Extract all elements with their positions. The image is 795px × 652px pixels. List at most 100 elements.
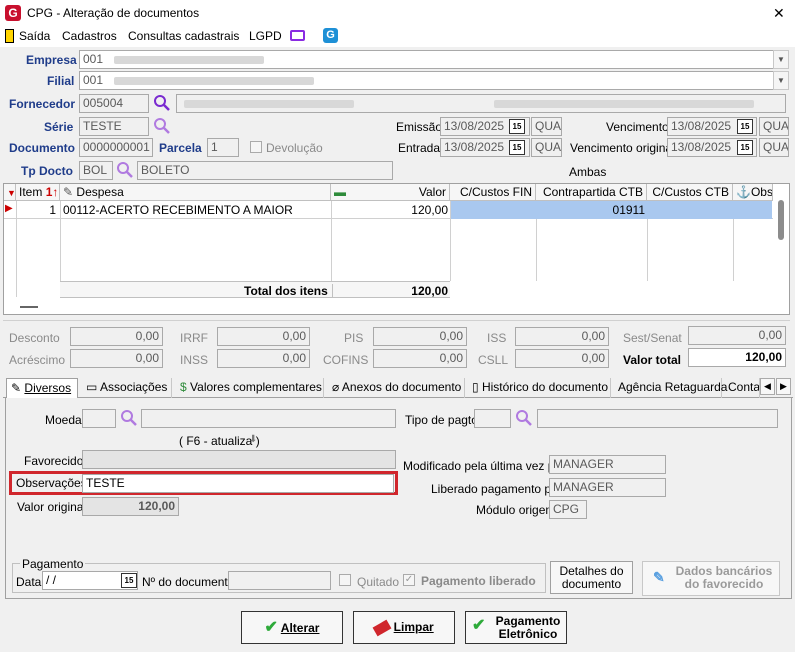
cofins-field[interactable]: 0,00 xyxy=(373,349,467,368)
clip-icon: ⌀ xyxy=(332,380,340,394)
menu-lgpd[interactable]: LGPD xyxy=(249,29,282,43)
grid-hscroll[interactable] xyxy=(20,306,38,308)
tab-valores-complementares[interactable]: $ Valores complementares xyxy=(176,378,324,398)
tipo-pagto-search-icon[interactable] xyxy=(515,409,533,427)
observacoes-field[interactable]: TESTE xyxy=(82,474,394,493)
desconto-field[interactable]: 0,00 xyxy=(70,327,163,346)
menu-saida[interactable]: Saída xyxy=(19,29,50,43)
app-shortcut-icon[interactable]: G xyxy=(323,28,338,43)
fornecedor-code-field[interactable]: 005004 xyxy=(79,94,149,113)
despesa-icon: ✎ xyxy=(63,185,74,199)
alterar-button[interactable]: ✔ Alterar xyxy=(241,611,343,644)
tab-historico[interactable]: ▯ Histórico do documento xyxy=(468,378,611,398)
menu-consultas[interactable]: Consultas cadastrais xyxy=(128,29,239,43)
grid-header-valor[interactable]: ▬ Valor xyxy=(331,184,450,201)
iss-label: ISS xyxy=(487,331,507,345)
csll-label: CSLL xyxy=(478,353,509,367)
ambas-label: Ambas xyxy=(569,165,607,179)
moeda-search-icon[interactable] xyxy=(120,409,138,427)
tpdocto-search-icon[interactable] xyxy=(116,161,134,179)
pag-ndoc-field[interactable] xyxy=(228,571,331,590)
empresa-field[interactable]: 001 xyxy=(79,50,775,69)
tab-diversos[interactable]: ✎ Diversos xyxy=(6,378,78,400)
tab-contal[interactable]: Contal xyxy=(724,378,760,398)
menu-bar: Saída Cadastros Consultas cadastrais LGP… xyxy=(0,27,795,47)
tpdocto-code-field[interactable]: BOL xyxy=(79,161,113,180)
serie-field[interactable]: TESTE xyxy=(79,117,149,136)
pag-data-calendar-icon[interactable]: 15 xyxy=(121,573,137,588)
table-row[interactable]: ▶ 1 00112-ACERTO RECEBIMENTO A MAIOR 120… xyxy=(4,201,773,219)
vencimento-calendar-icon[interactable]: 15 xyxy=(737,119,753,134)
acrescimo-field[interactable]: 0,00 xyxy=(70,349,163,368)
fornecedor-label: Fornecedor xyxy=(9,97,76,111)
grid-header-contrapartida[interactable]: Contrapartida CTB xyxy=(536,184,647,201)
sest-field[interactable]: 0,00 xyxy=(688,326,786,345)
money-icon: ▬ xyxy=(334,185,346,199)
pagamento-eletronico-button[interactable]: ✔ Pagamento Eletrônico xyxy=(465,611,567,644)
filial-dropdown[interactable]: ▼ xyxy=(773,71,789,90)
pagamento-group-label: Pagamento xyxy=(20,557,86,571)
venc-original-label: Vencimento original xyxy=(570,141,675,155)
fornecedor-search-icon[interactable] xyxy=(153,94,171,112)
documento-field[interactable]: 0000000001 xyxy=(79,138,153,157)
entrada-calendar-icon[interactable]: 15 xyxy=(509,140,525,155)
grid-header-obs[interactable]: ⚓Obs xyxy=(733,184,773,201)
diversos-icon: ✎ xyxy=(11,381,22,395)
venc-original-day-field: QUA xyxy=(759,138,789,157)
dados-bancarios-button: ✎ Dados bancários do favorecido xyxy=(642,561,780,596)
anchor-icon: ⚓ xyxy=(736,185,751,199)
tab-agencia[interactable]: Agência Retaguarda xyxy=(614,378,727,398)
iss-field[interactable]: 0,00 xyxy=(515,327,609,346)
app-logo-icon: G xyxy=(5,5,21,21)
total-value: 120,00 xyxy=(332,284,448,298)
grid-header-ccustos-fin[interactable]: C/Custos FIN xyxy=(450,184,536,201)
grid-scrollbar[interactable] xyxy=(778,200,784,240)
pis-field[interactable]: 0,00 xyxy=(373,327,467,346)
liberado-field: MANAGER xyxy=(549,478,666,497)
grid-header-despesa[interactable]: ✎ Despesa xyxy=(60,184,331,201)
dollar-icon: $ xyxy=(180,380,187,394)
entrada-day-field: QUA xyxy=(531,138,562,157)
tab-scroll-right[interactable]: ▶ xyxy=(776,378,791,395)
inss-label: INSS xyxy=(180,353,209,367)
grid-header-ccustos-ctb[interactable]: C/Custos CTB xyxy=(647,184,733,201)
sest-label: Sest/Senat xyxy=(623,331,682,345)
csll-field[interactable]: 0,00 xyxy=(515,349,609,368)
emissao-calendar-icon[interactable]: 15 xyxy=(509,119,525,134)
filial-field[interactable]: 001 xyxy=(79,71,775,90)
valor-total-field: 120,00 xyxy=(688,348,786,367)
valor-total-label: Valor total xyxy=(623,353,682,367)
liberado-label: Liberado pagamento por xyxy=(431,482,562,496)
venc-original-calendar-icon[interactable]: 15 xyxy=(737,140,753,155)
vencimento-label: Vencimento xyxy=(606,120,669,134)
parcela-field[interactable]: 1 xyxy=(207,138,239,157)
monitor-icon[interactable] xyxy=(290,30,305,41)
modulo-field: CPG xyxy=(549,500,587,519)
serie-search-icon[interactable] xyxy=(153,117,171,135)
limpar-button[interactable]: Limpar xyxy=(353,611,455,644)
menu-cadastros[interactable]: Cadastros xyxy=(62,29,117,43)
tab-scroll-left[interactable]: ◀ xyxy=(760,378,775,395)
close-icon[interactable]: ✕ xyxy=(773,5,785,22)
moeda-desc-field xyxy=(141,409,396,428)
tab-associacoes[interactable]: ▭ Associações xyxy=(82,378,172,398)
favorecido-field[interactable] xyxy=(82,450,396,469)
f6-label: ( F6 - atualiza ) xyxy=(179,434,260,448)
tab-anexos[interactable]: ⌀ Anexos do documento xyxy=(328,378,465,398)
acrescimo-label: Acréscimo xyxy=(9,353,66,367)
exit-icon xyxy=(5,29,14,43)
devolucao-checkbox[interactable] xyxy=(250,141,262,153)
quitado-checkbox[interactable] xyxy=(339,574,351,586)
documento-label: Documento xyxy=(9,141,75,155)
pagamento-liberado-checkbox[interactable]: ✓ xyxy=(403,574,415,586)
grid-header-item[interactable]: Item 1↑ xyxy=(16,184,60,201)
empresa-dropdown[interactable]: ▼ xyxy=(773,50,789,69)
pagamento-liberado-label: Pagamento liberado xyxy=(421,574,536,588)
check-icon: ✔ xyxy=(264,619,278,636)
inss-field[interactable]: 0,00 xyxy=(217,349,310,368)
irrf-field[interactable]: 0,00 xyxy=(217,327,310,346)
tipo-pagto-code-field[interactable] xyxy=(474,409,511,428)
moeda-code-field[interactable] xyxy=(82,409,116,428)
associacoes-icon: ▭ xyxy=(86,380,98,394)
detalhes-documento-button[interactable]: Detalhes do documento xyxy=(550,561,633,594)
